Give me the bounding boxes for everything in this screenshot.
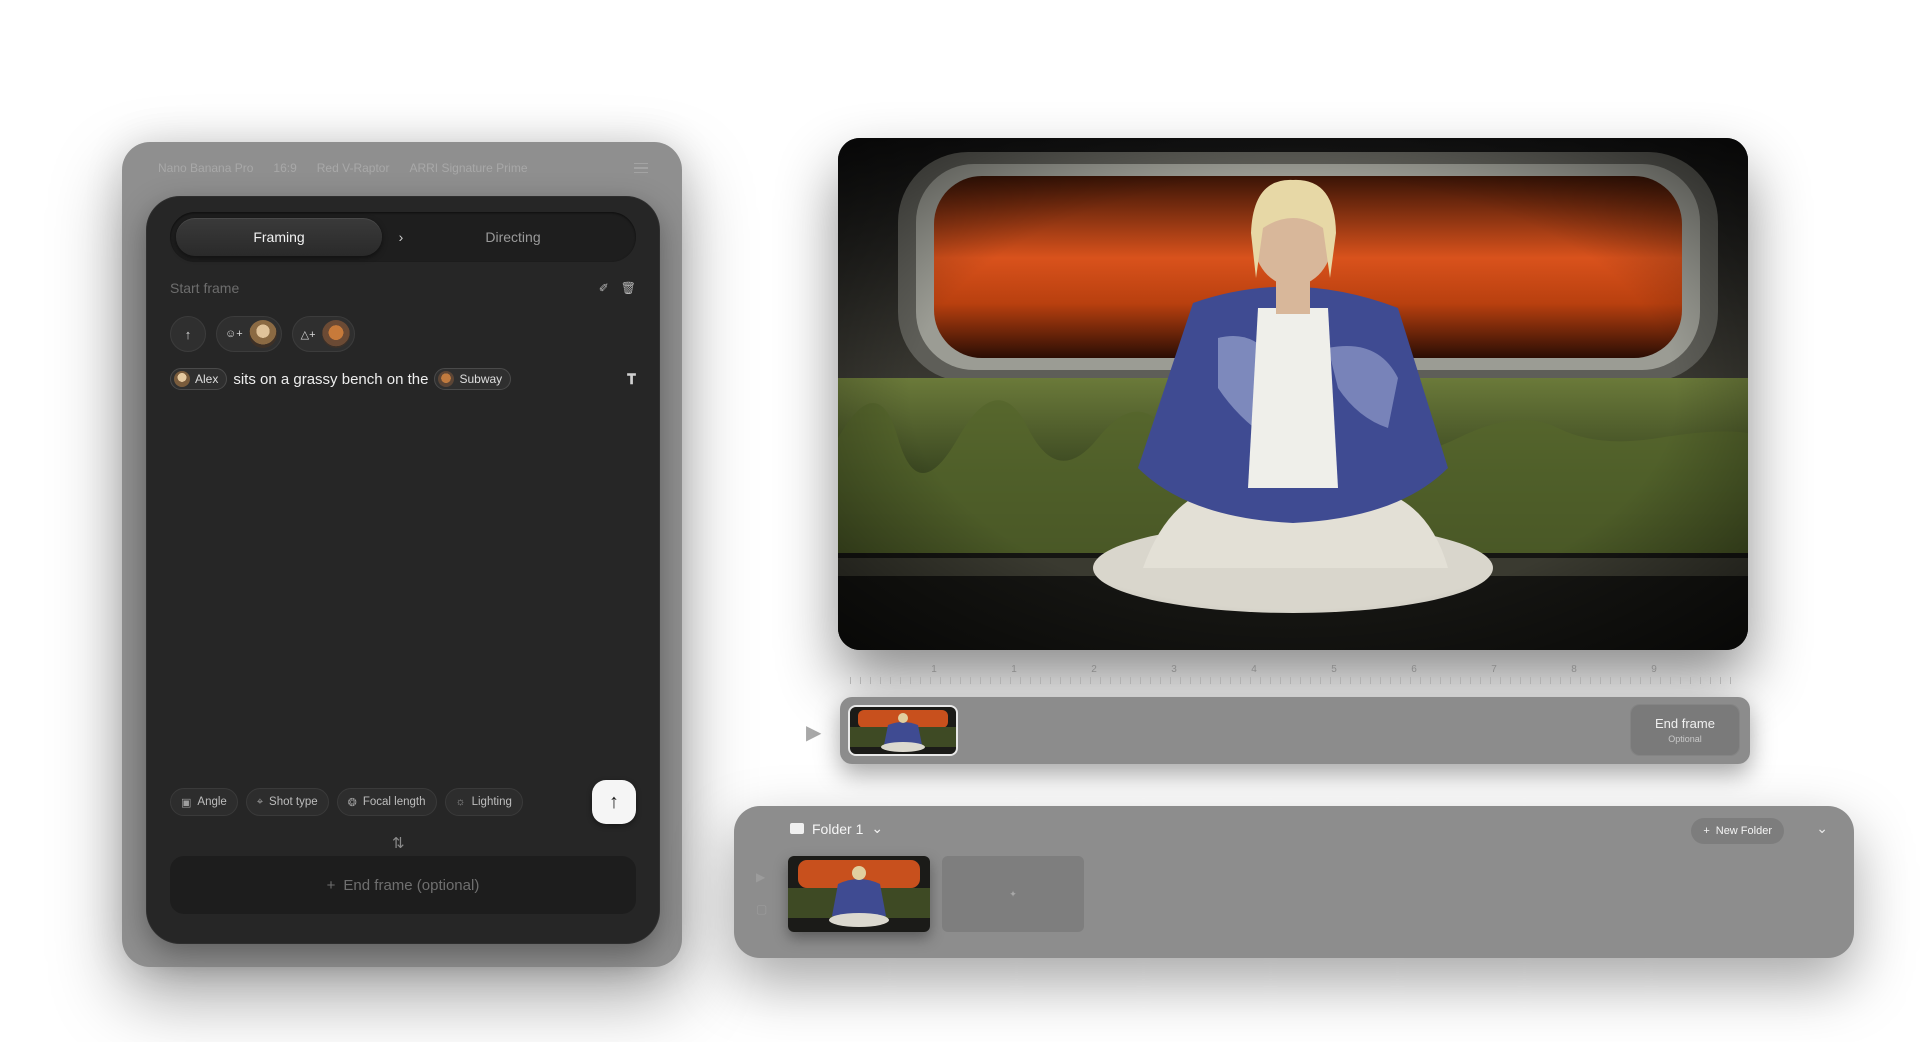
settings-menu-icon[interactable] [634, 162, 648, 174]
model-settings-bar: Nano Banana Pro 16:9 Red V-Raptor ARRI S… [122, 142, 682, 194]
new-folder-button[interactable]: + New Folder [1691, 818, 1784, 844]
generate-button[interactable]: ↑ [592, 780, 636, 824]
eraser-icon[interactable]: ✐ [599, 281, 609, 295]
mention-location[interactable]: Subway [434, 368, 512, 390]
chevron-right-icon: › [398, 229, 404, 245]
shot-type-icon: ⌖ [256, 795, 264, 808]
play-icon[interactable]: ▶ [756, 870, 767, 884]
composer-panel: Nano Banana Pro 16:9 Red V-Raptor ARRI S… [122, 142, 682, 967]
folder-selector[interactable]: Folder 1 ⌄ [790, 820, 883, 837]
location-avatar [321, 320, 350, 348]
upload-button[interactable]: ↑ [170, 316, 206, 352]
video-preview[interactable] [838, 138, 1748, 650]
mention-character-label: Alex [195, 372, 219, 386]
start-frame-label: Start frame [170, 280, 240, 296]
folder-item-thumbnail[interactable] [788, 856, 930, 932]
plus-icon: + [326, 876, 336, 894]
trash-icon[interactable]: 🗑︎ [621, 281, 636, 295]
prompt-editor: Framing › Directing Start frame ✐ 🗑︎ ↑ ☺… [146, 196, 660, 944]
character-chip[interactable]: ☺+ [216, 316, 282, 352]
folder-icon [790, 823, 804, 834]
angle-icon: ▣ [181, 796, 192, 809]
plus-icon: + [1703, 825, 1710, 837]
lighting-option[interactable]: ☼ Lighting [444, 788, 523, 816]
folder-add-slot[interactable]: ✦ [942, 856, 1084, 932]
end-frame-slot-subtitle: Optional [1668, 734, 1702, 744]
reference-chips: ↑ ☺+ △+ [170, 316, 355, 352]
app-stage: Nano Banana Pro 16:9 Red V-Raptor ARRI S… [0, 0, 1920, 1042]
subway-avatar [438, 371, 455, 387]
prompt-input[interactable]: Alex sits on a grassy bench on the Subwa… [170, 366, 636, 392]
end-frame-input-label: End frame (optional) [343, 876, 480, 894]
collapse-chevron-icon[interactable]: ⌄ [1816, 820, 1828, 837]
model-name[interactable]: Nano Banana Pro [158, 161, 253, 175]
folder-side-tools: ▶ ▢ [756, 870, 767, 916]
text-format-icon[interactable]: 𝐓 [627, 371, 636, 388]
sun-icon: ☼ [455, 796, 466, 808]
swap-frames-icon[interactable]: ⇅ [392, 834, 405, 852]
ruler-tick-label: 1 [1011, 664, 1017, 675]
folder-name: Folder 1 [812, 820, 864, 837]
ruler-tick-label: 1 [931, 664, 937, 675]
ruler-tick-label: 6 [1411, 664, 1417, 675]
aspect-ratio[interactable]: 16:9 [273, 161, 296, 175]
mention-character[interactable]: Alex [170, 368, 228, 390]
alex-avatar [174, 371, 190, 387]
camera-body[interactable]: Red V-Raptor [317, 161, 390, 175]
start-frame-actions: ✐ 🗑︎ [599, 281, 636, 295]
play-icon[interactable]: ▶ [806, 720, 821, 745]
timeline-ruler[interactable]: 1 1 2 3 4 5 6 7 8 9 [850, 664, 1740, 686]
angle-option[interactable]: ▣ Angle [170, 788, 238, 816]
add-location-icon: △+ [300, 328, 316, 341]
location-chip[interactable]: △+ [291, 316, 355, 352]
timeline-track[interactable]: End frame Optional [840, 697, 1750, 764]
add-icon: ✦ [1009, 888, 1017, 899]
clip-thumbnail [850, 707, 956, 754]
focal-length-option[interactable]: ❂ Focal length [336, 788, 437, 816]
folder-panel: Folder 1 ⌄ + New Folder ⌄ ▶ ▢ ✦ [734, 806, 1854, 958]
chevron-down-icon: ⌄ [871, 820, 884, 836]
ruler-tick-label: 7 [1491, 664, 1497, 675]
ruler-tick-label: 9 [1651, 664, 1657, 675]
lens-set[interactable]: ARRI Signature Prime [409, 161, 527, 175]
mention-location-label: Subway [459, 372, 503, 386]
shot-type-label: Shot type [269, 796, 318, 808]
tab-framing[interactable]: Framing [176, 218, 382, 256]
shot-type-option[interactable]: ⌖ Shot type [245, 788, 329, 816]
prompt-text: sits on a grassy bench on the [233, 370, 429, 388]
ruler-tick-label: 4 [1251, 664, 1257, 675]
end-frame-slot[interactable]: End frame Optional [1630, 704, 1740, 756]
end-frame-input[interactable]: + End frame (optional) [170, 856, 636, 914]
new-folder-label: New Folder [1715, 825, 1772, 837]
character-avatar [248, 320, 277, 348]
aperture-icon: ❂ [347, 796, 357, 809]
start-frame-header: Start frame ✐ 🗑︎ [170, 276, 636, 300]
image-icon[interactable]: ▢ [756, 902, 767, 916]
ruler-tick-label: 5 [1331, 664, 1337, 675]
folder-item-image [788, 856, 930, 932]
ruler-tick-label: 3 [1171, 664, 1177, 675]
mode-tabs: Framing › Directing [170, 212, 636, 262]
shot-options: ▣ Angle ⌖ Shot type ❂ Focal length ☼ Lig… [170, 780, 636, 824]
add-character-icon: ☺+ [225, 328, 243, 340]
focal-length-label: Focal length [362, 796, 426, 808]
lighting-label: Lighting [471, 796, 512, 808]
preview-frame-image [838, 138, 1748, 650]
ruler-tick-label: 2 [1091, 664, 1097, 675]
angle-label: Angle [197, 796, 227, 808]
tab-directing[interactable]: Directing [420, 229, 636, 245]
ruler-tick-label: 8 [1571, 664, 1577, 675]
end-frame-slot-title: End frame [1655, 716, 1715, 731]
timeline-clip[interactable] [848, 705, 958, 756]
ruler-ticks [850, 677, 1740, 684]
